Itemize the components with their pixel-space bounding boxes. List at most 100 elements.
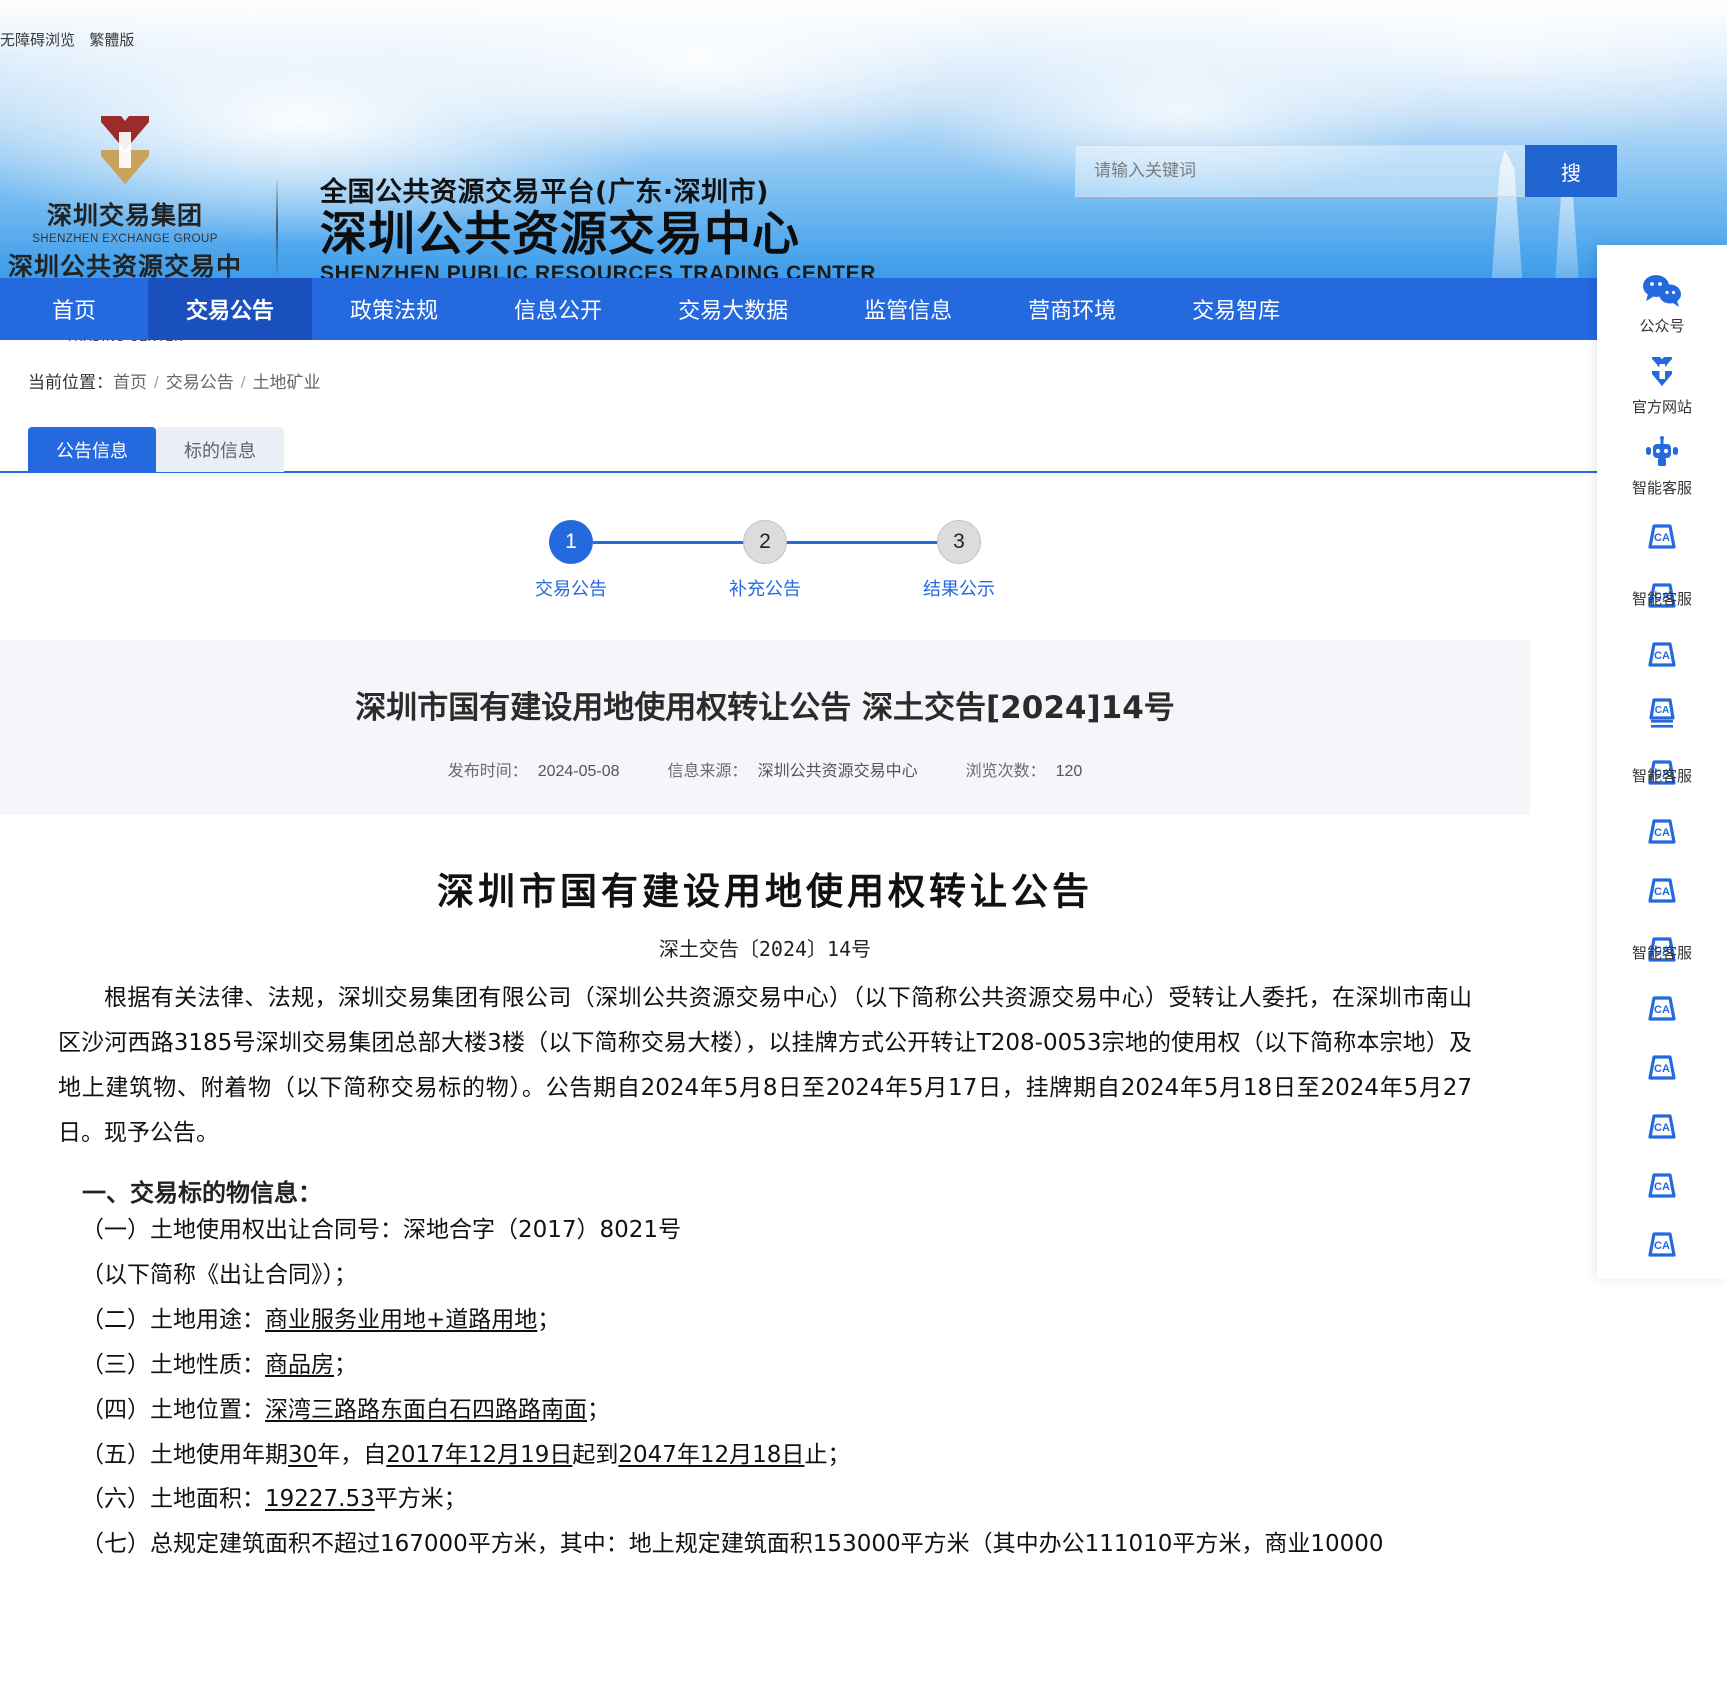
breadcrumb-label: 当前位置： (28, 373, 113, 392)
nav-item-5[interactable]: 监管信息 (826, 278, 990, 340)
step-1[interactable]: 1 交易公告 (474, 520, 787, 601)
official-site-icon (1597, 351, 1727, 393)
document-meta: 发布时间： 2024-05-08 信息来源： 深圳公共资源交易中心 浏览次数： 120 (60, 757, 1470, 781)
meta-key-0: 发布时间： (447, 763, 528, 780)
item-label-7: （七）总规定建筑面积不超过167000平方米，其中：地上规定建筑面积153000… (81, 1531, 1384, 1558)
article-lead-paragraph: 根据有关法律、法规，深圳交易集团有限公司（深圳公共资源交易中心）（以下简称公共资… (58, 985, 1472, 1146)
ca-icon: CA (1597, 1046, 1727, 1088)
item-value-4: 深湾三路路东面白石四路路南面 (265, 1396, 587, 1423)
tab-1[interactable]: 标的信息 (156, 427, 284, 472)
float-panel-item-5[interactable]: CA (1597, 622, 1727, 679)
nav-item-7[interactable]: 交易智库 (1154, 278, 1318, 340)
ca-icon: CA (1597, 1223, 1727, 1265)
meta-value-0: 2024-05-08 (537, 763, 620, 780)
ca-icon: CA (1597, 633, 1727, 675)
breadcrumb-item-0[interactable]: 首页 (113, 373, 147, 392)
svg-text:CA: CA (1654, 650, 1670, 662)
meta-key-1: 信息来源： (667, 763, 748, 780)
step-3[interactable]: 3 结果公示 (862, 520, 1056, 601)
float-panel-item-11[interactable]: CA (1597, 976, 1727, 1033)
breadcrumb-item-2[interactable]: 土地矿业 (252, 373, 320, 392)
section-item-2: （二）土地用途：商业服务业用地+道路用地； (58, 1298, 1472, 1343)
svg-text:CA: CA (1654, 1181, 1670, 1193)
nav-item-3[interactable]: 信息公开 (476, 278, 640, 340)
float-panel-item-14[interactable]: CA (1597, 1153, 1727, 1210)
svg-text:CA: CA (1655, 705, 1669, 716)
step-2[interactable]: 2 补充公告 (668, 520, 981, 601)
meta-value-2: 120 (1055, 763, 1083, 780)
nav-item-4[interactable]: 交易大数据 (640, 278, 826, 340)
float-panel-item-8[interactable]: CA (1597, 799, 1727, 856)
brand-divider (276, 181, 278, 273)
step-circle-2: 2 (743, 520, 787, 564)
section-item-5: （五）土地使用年期30年，自2017年12月19日起到2047年12月18日止； (58, 1433, 1472, 1478)
item-label-1: （以下简称《出让合同》）； (81, 1262, 357, 1289)
ca-doc-icon: CA (1597, 692, 1727, 734)
float-panel-label-4: 智能客服 (1631, 590, 1692, 608)
item-suffix-2: ； (537, 1307, 561, 1334)
nav-item-1[interactable]: 交易公告 (148, 278, 313, 340)
float-panel-item-13[interactable]: CA (1597, 1094, 1727, 1151)
meta-item-0: 发布时间： 2024-05-08 (448, 757, 620, 781)
svg-text:CA: CA (1654, 886, 1670, 898)
article-subtitle: 深土交告〔2024〕14号 (658, 937, 872, 961)
float-panel-item-9[interactable]: CA (1597, 858, 1727, 915)
float-panel-item-15[interactable]: CA (1597, 1212, 1727, 1269)
tab-0[interactable]: 公告信息 (28, 427, 156, 472)
float-panel-label-1: 官方网站 (1631, 398, 1692, 416)
float-panel-label-10: 智能客服 (1631, 944, 1692, 962)
item-label-0: （一）土地使用权出让合同号： (81, 1217, 403, 1244)
search-input[interactable] (1075, 145, 1525, 197)
item-value-3: 商品房 (265, 1351, 334, 1378)
accessibility-link[interactable]: 无障碍浏览 (0, 32, 75, 49)
traditional-chinese-link[interactable]: 繁體版 (89, 32, 134, 49)
search-button[interactable]: 搜 (1525, 145, 1617, 197)
top-utility-bar: 无障碍浏览 繁體版 (0, 0, 1727, 56)
float-panel-item-7[interactable]: CA 智能客服 (1597, 740, 1727, 797)
section-item-6: （六）土地面积：19227.53平方米； (58, 1477, 1472, 1522)
item-label-6: （六）土地面积： (81, 1486, 265, 1513)
float-panel-item-10[interactable]: CA 智能客服 (1597, 917, 1727, 974)
svg-text:CA: CA (1654, 827, 1670, 839)
ca-icon: CA (1597, 869, 1727, 911)
svg-text:CA: CA (1654, 1240, 1670, 1252)
search-bar: 搜 (1075, 145, 1617, 197)
float-panel-item-6[interactable]: CA (1597, 681, 1727, 738)
float-panel-item-3[interactable]: CA (1597, 504, 1727, 561)
section-1-items: （一）土地使用权出让合同号：深地合字（2017）8021号 （以下简称《出让合同》… (58, 1208, 1472, 1567)
breadcrumb: 当前位置：首页 / 交易公告 / 土地矿业 (28, 368, 320, 393)
site-header: 无障碍浏览 繁體版 深圳交易集团 SHENZHEN EXCHANGE GROUP… (0, 0, 1727, 344)
meta-item-2: 浏览次数： 120 (966, 757, 1083, 781)
robot-icon (1597, 432, 1727, 474)
main-navigation: 首页 交易公告 政策法规 信息公开 交易大数据 监管信息 营商环境 交易智库 (0, 278, 1727, 340)
item-label-2: （二）土地用途： (81, 1307, 265, 1334)
breadcrumb-separator: / (240, 373, 246, 392)
nav-item-6[interactable]: 营商环境 (990, 278, 1154, 340)
document-body: 深圳市国有建设用地使用权转让公告 深土交告〔2024〕14号 根据有关法律、法规… (0, 815, 1530, 1567)
item-mid2-5: 起到 (572, 1441, 619, 1468)
nav-item-2[interactable]: 政策法规 (312, 278, 476, 340)
float-panel-item-1[interactable]: 官方网站 (1597, 340, 1727, 421)
nav-item-0[interactable]: 首页 (0, 278, 148, 340)
svg-text:CA: CA (1654, 1063, 1670, 1075)
ca-icon: CA (1597, 515, 1727, 557)
float-panel-item-4[interactable]: CA 智能客服 (1597, 563, 1727, 620)
site-title-block: 全国公共资源交易平台(广东·深圳市) 深圳公共资源交易中心 SHENZHEN P… (320, 168, 876, 287)
top-utility-links: 无障碍浏览 繁體版 (0, 29, 134, 50)
announcement-stepper: 1 交易公告 2 补充公告 3 结果公示 (0, 520, 1530, 601)
platform-line: 全国公共资源交易平台(广东·深圳市) (320, 176, 769, 208)
float-panel-item-2[interactable]: 智能客服 (1597, 421, 1727, 502)
item-value-0: 深地合字（2017）8021号 (403, 1217, 682, 1244)
item-value-2: 商业服务业用地+道路用地 (265, 1307, 538, 1334)
meta-item-1: 信息来源： 深圳公共资源交易中心 (668, 757, 918, 781)
float-panel-item-12[interactable]: CA (1597, 1035, 1727, 1092)
group-name-cn: 深圳交易集团 (46, 201, 203, 230)
item-value-6: 19227.53 (265, 1486, 375, 1513)
breadcrumb-item-1[interactable]: 交易公告 (166, 373, 234, 392)
section-item-1: （以下简称《出让合同》）； (58, 1253, 1472, 1298)
svg-text:CA: CA (1654, 1122, 1670, 1134)
item-label-5: （五）土地使用年期 (81, 1441, 288, 1468)
document-header: 深圳市国有建设用地使用权转让公告 深土交告[2024]14号 发布时间： 2024… (0, 640, 1530, 815)
float-panel-item-0[interactable]: 公众号 (1597, 259, 1727, 340)
ca-icon: CA (1597, 1105, 1727, 1147)
